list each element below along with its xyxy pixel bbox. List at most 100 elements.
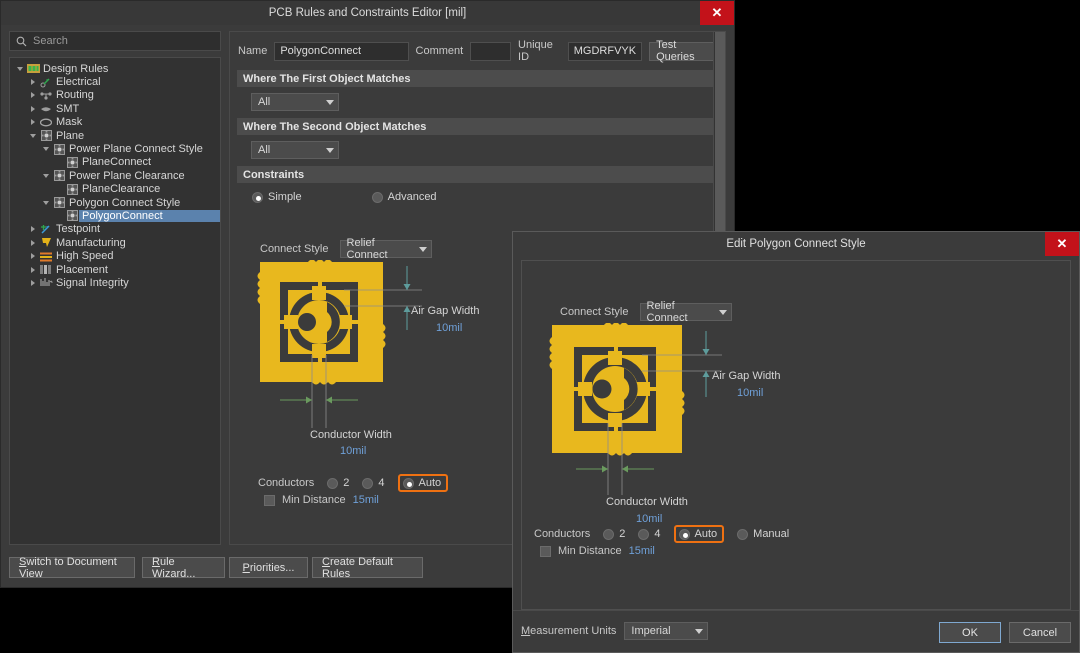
chevron-down-icon xyxy=(695,628,704,634)
radio-conductors-4[interactable]: 4 xyxy=(362,477,385,489)
tree-item-polygonconnect[interactable]: PolygonConnect xyxy=(10,209,220,222)
connect-style-value: Relief Connect xyxy=(346,237,388,261)
tree-item-planeclearance[interactable]: PlaneClearance xyxy=(10,183,220,196)
chevron-right-icon[interactable] xyxy=(27,253,39,260)
radio-conductors-auto-label: Auto xyxy=(418,477,442,489)
second-object-select[interactable]: All xyxy=(251,141,339,159)
tree-item-design-rules[interactable]: Design Rules xyxy=(10,62,220,75)
radio-advanced-dot xyxy=(371,191,383,203)
dialog-body: Connect Style Relief Connect Air Gap Wid… xyxy=(521,260,1071,610)
dialog-min-distance-row: Min Distance 15mil xyxy=(540,545,655,557)
radio-conductors-manual[interactable]: Manual xyxy=(737,528,789,540)
tree-item-testpoint[interactable]: Testpoint xyxy=(10,223,220,236)
chevron-down-icon xyxy=(718,309,727,315)
main-min-distance-row: Min Distance 15mil xyxy=(264,494,379,506)
ok-button[interactable]: OK xyxy=(939,622,1001,643)
unique-id-label: Unique ID xyxy=(518,39,553,63)
chevron-right-icon[interactable] xyxy=(27,239,39,246)
second-object-header: Where The Second Object Matches xyxy=(237,118,718,135)
switch-to-document-view-button[interactable]: Switch to Document View xyxy=(9,556,135,580)
tree-item-polygon-connect-style[interactable]: Polygon Connect Style xyxy=(10,196,220,209)
connect-style-value: Relief Connect xyxy=(646,300,688,324)
chevron-right-icon[interactable] xyxy=(27,279,39,286)
content-scrollbar-thumb[interactable] xyxy=(715,32,725,232)
radio-conductors-2[interactable]: 2 xyxy=(327,477,349,489)
dialog-conductors-row: Conductors 2 4 Auto Manual xyxy=(534,525,789,543)
manufacturing-icon xyxy=(39,237,53,248)
chevron-right-icon[interactable] xyxy=(27,92,39,99)
priorities-button[interactable]: Priorities... xyxy=(229,557,308,578)
chevron-down-icon[interactable] xyxy=(40,147,52,152)
chevron-right-icon[interactable] xyxy=(27,266,39,273)
tree-item-label: Polygon Connect Style xyxy=(69,196,181,209)
chevron-down-icon[interactable] xyxy=(14,66,26,71)
min-distance-checkbox[interactable] xyxy=(540,545,551,557)
tree-item-signal-integrity[interactable]: Signal Integrity xyxy=(10,276,220,289)
radio-conductors-auto[interactable]: Auto xyxy=(397,474,449,492)
constraints-mode-row: Simple Advanced xyxy=(230,183,725,203)
plane-icon xyxy=(39,130,53,142)
page-title: PCB Rules and Constraints Editor [mil] xyxy=(268,7,467,19)
tree-item-power-plane-connect-style[interactable]: Power Plane Connect Style xyxy=(10,142,220,155)
highspeed-icon xyxy=(39,251,53,262)
radio-advanced[interactable]: Advanced xyxy=(371,191,437,203)
min-distance-checkbox[interactable] xyxy=(264,494,275,506)
connect-style-select[interactable]: Relief Connect xyxy=(339,237,432,261)
tree-item-label: Design Rules xyxy=(43,62,109,75)
min-distance-value[interactable]: 15mil xyxy=(629,545,655,557)
min-distance-value[interactable]: 15mil xyxy=(353,494,379,506)
radio-conductors-2[interactable]: 2 xyxy=(603,528,625,540)
tree-item-mask[interactable]: Mask xyxy=(10,116,220,129)
tree-item-label: Electrical xyxy=(56,76,101,89)
search-icon xyxy=(16,36,27,46)
chevron-down-icon[interactable] xyxy=(27,133,39,138)
measurement-units-select[interactable]: Imperial xyxy=(624,622,709,640)
chevron-right-icon[interactable] xyxy=(27,105,39,112)
chevron-right-icon[interactable] xyxy=(27,119,39,126)
air-gap-width-value: 10mil xyxy=(436,322,463,334)
tree-item-label: Placement xyxy=(56,263,108,276)
radio-conductors-4[interactable]: 4 xyxy=(638,528,661,540)
tree-item-label: Signal Integrity xyxy=(56,276,129,289)
radio-conductors-4-label: 4 xyxy=(654,528,661,540)
chevron-down-icon[interactable] xyxy=(40,173,52,178)
radio-conductors-auto[interactable]: Auto xyxy=(673,525,725,543)
cancel-button[interactable]: Cancel xyxy=(1009,622,1071,643)
routing-icon xyxy=(39,90,53,101)
rules-tree-panel: Search Design Rules Electrical Routing SMT M… xyxy=(9,31,221,545)
test-queries-button[interactable]: Test Queries xyxy=(649,39,717,63)
comment-field[interactable] xyxy=(470,41,512,61)
create-default-rules-button[interactable]: Create Default Rules xyxy=(312,556,423,580)
rule-wizard-button[interactable]: Rule Wizard... xyxy=(142,556,225,580)
tree-item-electrical[interactable]: Electrical xyxy=(10,75,220,88)
tree-item-high-speed[interactable]: High Speed xyxy=(10,249,220,262)
first-object-select[interactable]: All xyxy=(251,93,339,111)
edit-polygon-connect-style-dialog: Edit Polygon Connect Style ✕ Connect Sty… xyxy=(512,231,1080,653)
tree-item-planeconnect[interactable]: PlaneConnect xyxy=(10,156,220,169)
conductor-width-value: 10mil xyxy=(636,513,663,525)
close-icon[interactable]: ✕ xyxy=(700,1,734,25)
constraints-header: Constraints xyxy=(237,166,718,183)
close-icon[interactable]: ✕ xyxy=(1045,232,1079,256)
min-distance-label: Min Distance xyxy=(282,494,346,506)
plane-icon xyxy=(52,197,66,209)
tree-item-plane[interactable]: Plane xyxy=(10,129,220,142)
chevron-right-icon[interactable] xyxy=(27,79,39,86)
radio-simple[interactable]: Simple xyxy=(252,191,302,203)
name-field[interactable]: PolygonConnect xyxy=(274,41,409,61)
radio-simple-dot xyxy=(252,191,263,203)
rules-tree[interactable]: Design Rules Electrical Routing SMT Mask Plan… xyxy=(9,57,221,545)
radio-conductors-auto-dot xyxy=(402,477,414,489)
unique-id-field[interactable]: MGDRFVYK xyxy=(567,41,643,61)
chevron-down-icon[interactable] xyxy=(40,200,52,205)
tree-item-smt[interactable]: SMT xyxy=(10,102,220,115)
connect-style-select[interactable]: Relief Connect xyxy=(639,300,732,324)
tree-item-power-plane-clearance[interactable]: Power Plane Clearance xyxy=(10,169,220,182)
search-input[interactable]: Search xyxy=(9,31,221,51)
chevron-right-icon[interactable] xyxy=(27,226,39,233)
tree-item-manufacturing[interactable]: Manufacturing xyxy=(10,236,220,249)
tree-item-routing[interactable]: Routing xyxy=(10,89,220,102)
first-object-row: All xyxy=(230,87,725,111)
tree-item-placement[interactable]: Placement xyxy=(10,263,220,276)
search-placeholder: Search xyxy=(33,35,68,47)
